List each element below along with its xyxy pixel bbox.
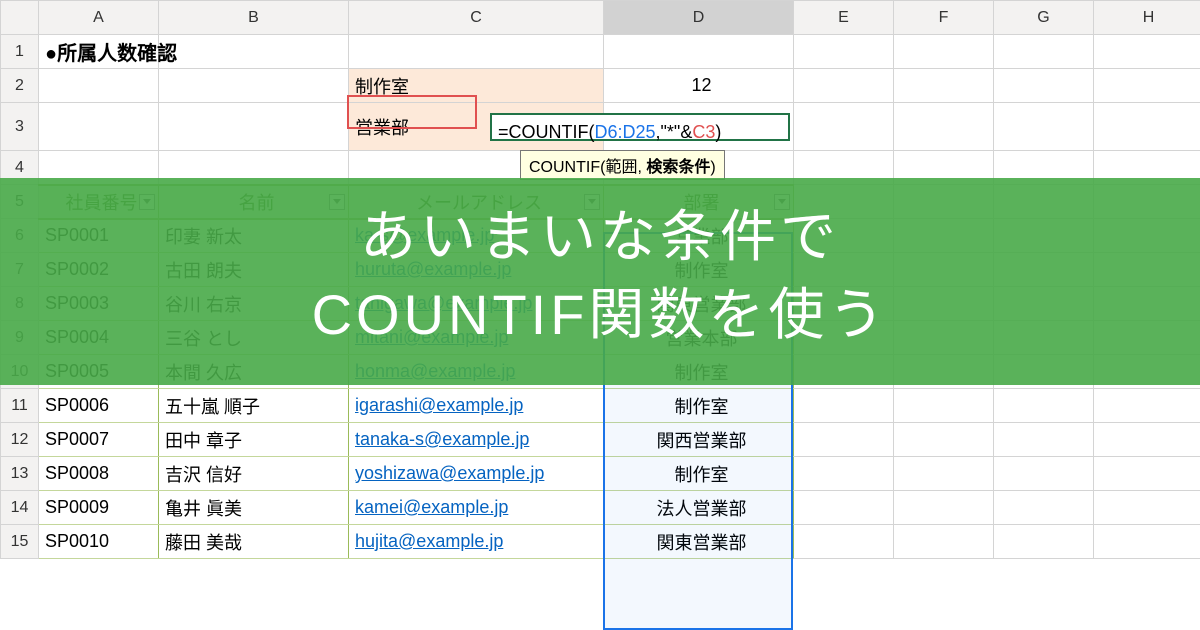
row-header-11[interactable]: 11 xyxy=(1,389,39,423)
row-header-15[interactable]: 15 xyxy=(1,525,39,559)
row-header-1[interactable]: 1 xyxy=(1,35,39,69)
cell-A1[interactable]: ●所属人数確認 xyxy=(39,35,159,69)
row-header-12[interactable]: 12 xyxy=(1,423,39,457)
col-header-G[interactable]: G xyxy=(994,1,1094,35)
sheet-title: ●所属人数確認 xyxy=(45,43,177,65)
col-header-E[interactable]: E xyxy=(794,1,894,35)
row-header-3[interactable]: 3 xyxy=(1,103,39,151)
col-header-D[interactable]: D xyxy=(604,1,794,35)
cell-C2[interactable]: 制作室 xyxy=(349,69,604,103)
row-header-2[interactable]: 2 xyxy=(1,69,39,103)
col-header-C[interactable]: C xyxy=(349,1,604,35)
tutorial-banner: あいまいな条件で COUNTIF関数を使う xyxy=(0,178,1200,385)
cell-D2[interactable]: 12 xyxy=(604,69,794,103)
select-all-corner[interactable] xyxy=(1,1,39,35)
banner-line1: あいまいな条件で xyxy=(0,198,1200,276)
cell-C3[interactable]: 営業部 xyxy=(349,103,604,151)
email-link[interactable]: yoshizawa@example.jp xyxy=(355,463,544,483)
cell-D3[interactable] xyxy=(604,103,794,151)
column-header-row: A B C D E F G H xyxy=(1,1,1200,35)
email-link[interactable]: tanaka-s@example.jp xyxy=(355,429,529,449)
col-header-H[interactable]: H xyxy=(1094,1,1200,35)
row-header-14[interactable]: 14 xyxy=(1,491,39,525)
email-link[interactable]: kamei@example.jp xyxy=(355,497,508,517)
col-header-A[interactable]: A xyxy=(39,1,159,35)
email-link[interactable]: igarashi@example.jp xyxy=(355,395,523,415)
col-header-B[interactable]: B xyxy=(159,1,349,35)
col-header-F[interactable]: F xyxy=(894,1,994,35)
function-tooltip: COUNTIF(範囲, 検索条件) xyxy=(520,150,725,180)
banner-line2: COUNTIF関数を使う xyxy=(0,276,1200,354)
email-link[interactable]: hujita@example.jp xyxy=(355,531,503,551)
row-header-13[interactable]: 13 xyxy=(1,457,39,491)
cell-B1[interactable] xyxy=(159,35,349,69)
